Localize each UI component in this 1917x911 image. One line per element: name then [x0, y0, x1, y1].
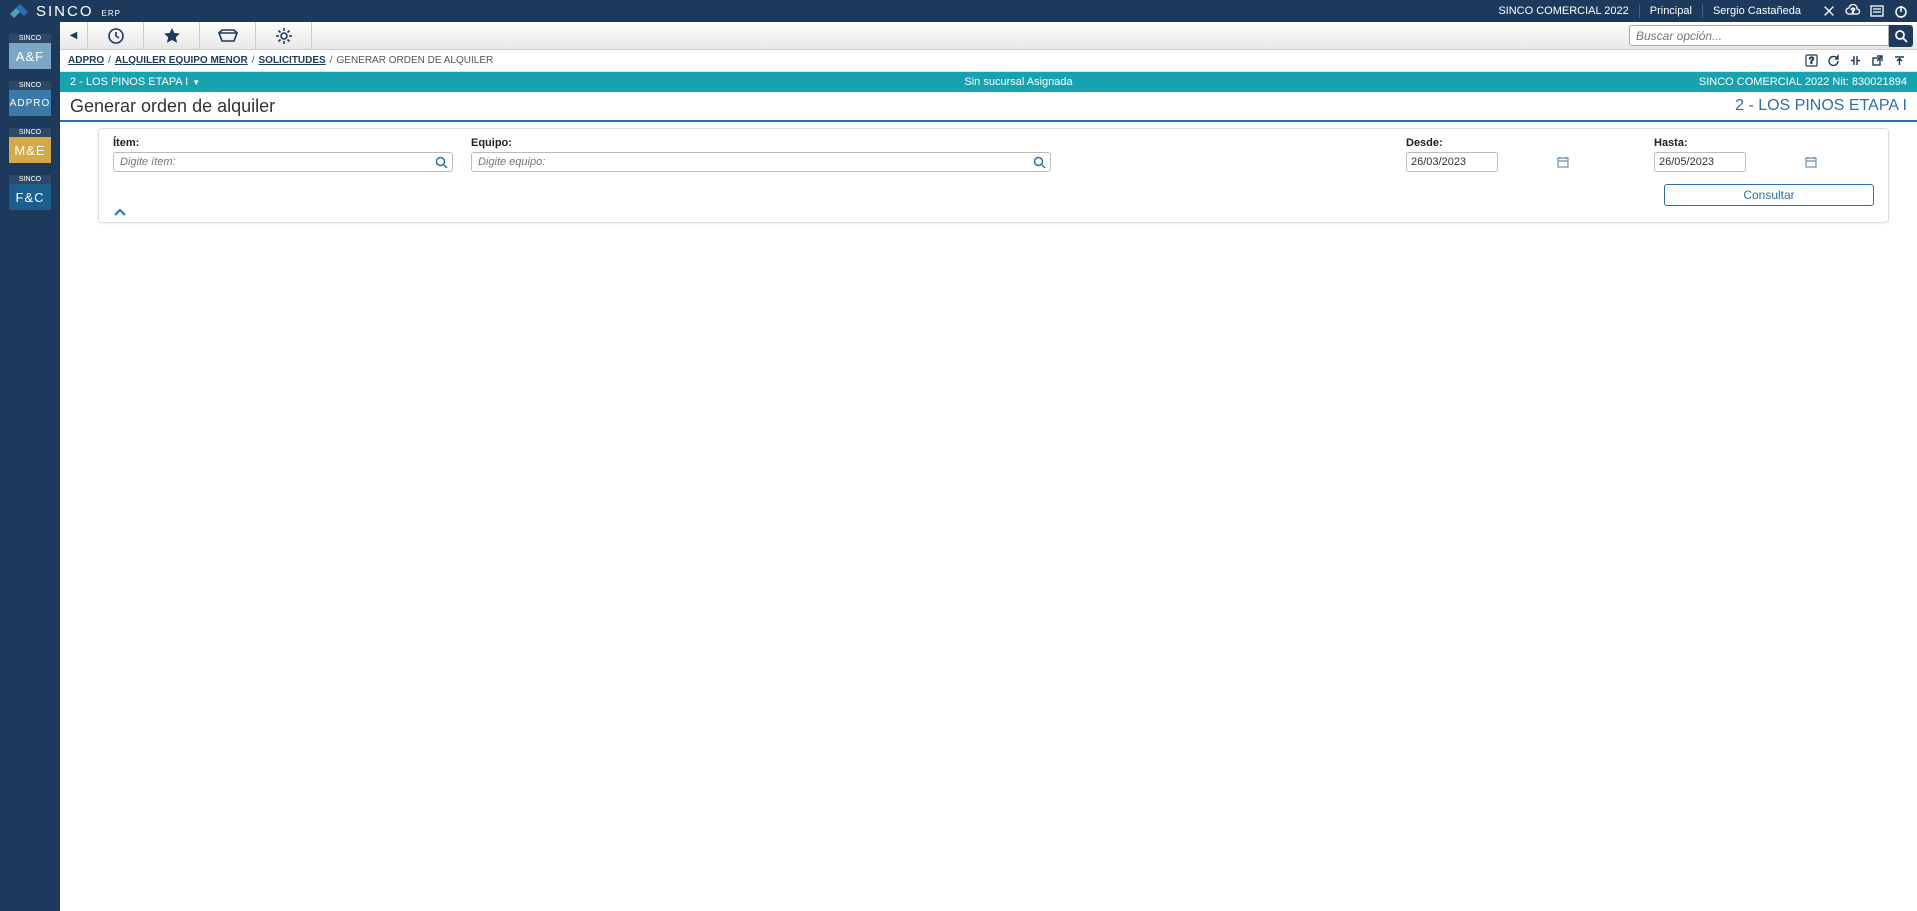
- app-header: SINCO ERP SINCO COMERCIAL 2022 Principal…: [0, 0, 1917, 22]
- desde-date[interactable]: [1406, 152, 1498, 172]
- module-sup: SINCO: [9, 34, 51, 43]
- context-project-label: 2 - LOS PINOS ETAPA I: [70, 76, 188, 88]
- module-label: F&C: [9, 184, 51, 210]
- global-search[interactable]: [1629, 25, 1889, 46]
- svg-text:?: ?: [1809, 56, 1814, 66]
- search-icon[interactable]: [430, 156, 452, 169]
- module-sup: SINCO: [9, 175, 51, 184]
- context-branch: Sin sucursal Asignada: [120, 76, 1917, 88]
- toolbar-settings-button[interactable]: [256, 22, 312, 49]
- module-sidebar: SINCO A&F SINCO ADPRO SINCO M&E SINCO F&…: [0, 22, 60, 911]
- consultar-button[interactable]: Consultar: [1664, 184, 1874, 206]
- field-hasta: Hasta:: [1654, 137, 1874, 172]
- module-fc[interactable]: SINCO F&C: [9, 175, 51, 210]
- page-title: Generar orden de alquiler: [70, 96, 275, 117]
- filter-panel: Ítem: Equipo: Desd: [98, 128, 1889, 223]
- module-af[interactable]: SINCO A&F: [9, 34, 51, 69]
- split-icon[interactable]: [1849, 54, 1865, 67]
- hasta-label: Hasta:: [1654, 137, 1874, 149]
- global-search-input[interactable]: [1630, 26, 1888, 46]
- context-project-selector[interactable]: 2 - LOS PINOS ETAPA I ▼: [70, 76, 200, 88]
- module-label: M&E: [9, 137, 51, 163]
- calendar-icon[interactable]: [1805, 156, 1817, 168]
- context-bar: 2 - LOS PINOS ETAPA I ▼ Sin sucursal Asi…: [60, 72, 1917, 92]
- global-search-button[interactable]: [1889, 25, 1913, 47]
- toolbar-recent-button[interactable]: [88, 22, 144, 49]
- header-user[interactable]: Sergio Castañeda: [1702, 4, 1811, 18]
- collapse-top-icon[interactable]: [1893, 54, 1909, 67]
- crumb-solicitudes[interactable]: SOLICITUDES: [258, 55, 325, 66]
- crumb-current: GENERAR ORDEN DE ALQUILER: [337, 55, 494, 66]
- hasta-input[interactable]: [1655, 156, 1805, 168]
- brand-sub: ERP: [102, 9, 121, 18]
- toolbar-back-button[interactable]: ◀: [60, 22, 88, 49]
- popout-icon[interactable]: [1871, 54, 1887, 67]
- tasks-icon[interactable]: [1869, 3, 1885, 19]
- crumb-adpro[interactable]: ADPRO: [68, 55, 104, 66]
- desde-label: Desde:: [1406, 137, 1636, 149]
- header-company: SINCO COMERCIAL 2022: [1488, 4, 1638, 18]
- field-equipo: Equipo:: [471, 137, 1051, 172]
- item-label: Ítem:: [113, 137, 453, 149]
- brand: SINCO ERP: [8, 3, 121, 20]
- calendar-icon[interactable]: [1557, 156, 1569, 168]
- module-sup: SINCO: [9, 128, 51, 137]
- hasta-date[interactable]: [1654, 152, 1746, 172]
- brand-logo-icon: [8, 4, 30, 18]
- equipo-label: Equipo:: [471, 137, 1051, 149]
- field-item: Ítem:: [113, 137, 453, 172]
- search-icon[interactable]: [1028, 156, 1050, 169]
- toolbar-favorites-button[interactable]: [144, 22, 200, 49]
- help-cloud-icon[interactable]: ?: [1845, 3, 1861, 19]
- item-combo[interactable]: [113, 152, 453, 172]
- module-me[interactable]: SINCO M&E: [9, 128, 51, 163]
- desde-input[interactable]: [1407, 156, 1557, 168]
- toolbar: ◀: [60, 22, 1917, 50]
- module-label: A&F: [9, 43, 51, 69]
- item-input[interactable]: [114, 156, 430, 168]
- help-icon[interactable]: ?: [1805, 54, 1821, 67]
- module-adpro[interactable]: SINCO ADPRO: [9, 81, 51, 116]
- brand-name: SINCO: [36, 3, 94, 20]
- refresh-icon[interactable]: [1827, 54, 1843, 67]
- page-context: 2 - LOS PINOS ETAPA I: [1735, 97, 1907, 115]
- crumb-alquiler[interactable]: ALQUILER EQUIPO MENOR: [115, 55, 248, 66]
- context-company-nit: SINCO COMERCIAL 2022 Nit: 830021894: [1699, 76, 1907, 88]
- equipo-combo[interactable]: [471, 152, 1051, 172]
- field-desde: Desde:: [1406, 137, 1636, 172]
- header-role[interactable]: Principal: [1639, 4, 1702, 18]
- collapse-panel-button[interactable]: [113, 208, 1874, 218]
- power-icon[interactable]: [1893, 3, 1909, 19]
- main-area: ◀ ADPRO / ALQUILER EQUIPO MENOR / SOLICI…: [60, 22, 1917, 911]
- module-label: ADPRO: [9, 90, 51, 116]
- toolbar-inbox-button[interactable]: [200, 22, 256, 49]
- page-title-row: Generar orden de alquiler 2 - LOS PINOS …: [60, 92, 1917, 122]
- chevron-down-icon: ▼: [192, 78, 200, 87]
- equipo-input[interactable]: [472, 156, 1028, 168]
- header-right: SINCO COMERCIAL 2022 Principal Sergio Ca…: [1488, 3, 1909, 19]
- tools-icon[interactable]: [1821, 3, 1837, 19]
- svg-text:?: ?: [1851, 8, 1855, 15]
- breadcrumb: ADPRO / ALQUILER EQUIPO MENOR / SOLICITU…: [60, 50, 1917, 72]
- module-sup: SINCO: [9, 81, 51, 90]
